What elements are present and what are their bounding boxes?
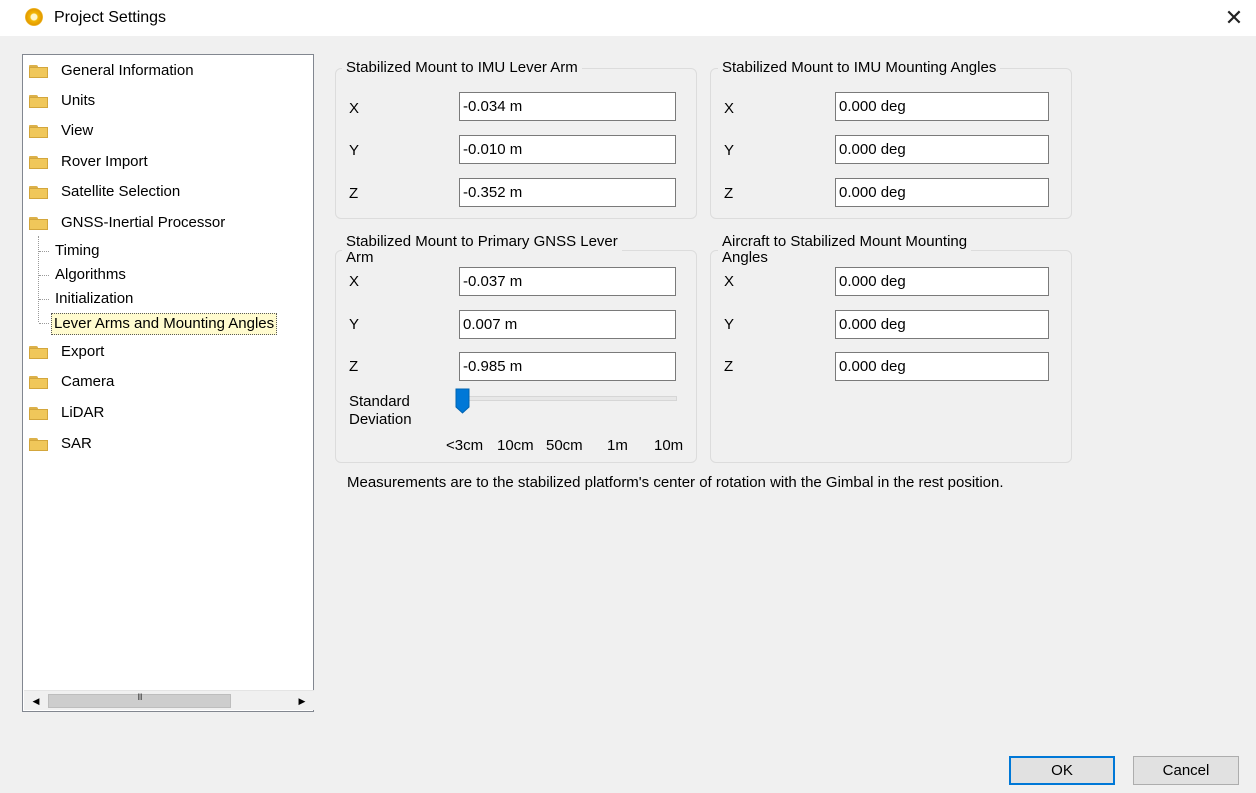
title-bar: Project Settings ✕ <box>0 0 1256 36</box>
tree-item-label: Algorithms <box>55 266 126 283</box>
close-icon[interactable]: ✕ <box>1220 4 1248 32</box>
gnss-lever-arm-y-input[interactable]: 0.007 m <box>459 310 676 339</box>
ok-button[interactable]: OK <box>1009 756 1115 785</box>
tree-item-label: Rover Import <box>61 153 148 170</box>
gnss-lever-arm-z-label: Z <box>349 358 359 375</box>
folder-icon <box>29 156 48 169</box>
aircraft-mounting-angles-title-line2: Angles <box>722 249 768 266</box>
imu-mounting-angles-x-input[interactable]: 0.000 deg <box>835 92 1049 121</box>
imu-lever-arm-z-input[interactable]: -0.352 m <box>459 178 676 207</box>
gnss-lever-arm-title: Stabilized Mount to Primary GNSS Lever A… <box>342 234 622 266</box>
gnss-lever-arm-x-label: X <box>349 273 360 290</box>
tree-item-label: Export <box>61 343 105 360</box>
tree-connector-line <box>38 236 39 322</box>
imu-mounting-angles-y-label: Y <box>724 142 735 159</box>
measurement-note: Measurements are to the stabilized platf… <box>347 474 1004 491</box>
gnss-lever-arm-x-input[interactable]: -0.037 m <box>459 267 676 296</box>
imu-lever-arm-x-input[interactable]: -0.034 m <box>459 92 676 121</box>
std-dev-label-line1: Standard <box>349 393 410 410</box>
tree-connector-line <box>39 251 49 252</box>
folder-icon <box>29 65 48 78</box>
folder-icon <box>29 346 48 359</box>
tree-item-label: Initialization <box>55 290 134 307</box>
tree-item-label: Camera <box>61 373 115 390</box>
gnss-lever-arm-title-line2: Arm <box>346 249 374 266</box>
imu-mounting-angles-z-label: Z <box>724 185 734 202</box>
tree-item-label: View <box>61 122 94 139</box>
imu-lever-arm-title: Stabilized Mount to IMU Lever Arm <box>342 60 582 76</box>
tree-item-label: SAR <box>61 435 92 452</box>
tree-item-label: LiDAR <box>61 404 105 421</box>
tree-item-label: Units <box>61 92 96 109</box>
std-dev-label: Standard Deviation <box>349 393 412 429</box>
gnss-lever-arm-title-line1: Stabilized Mount to Primary GNSS Lever <box>346 233 618 250</box>
scroll-right-icon[interactable]: ▶ <box>292 691 312 711</box>
window-title: Project Settings <box>54 9 167 26</box>
std-dev-tick-label: 10cm <box>497 437 534 454</box>
std-dev-slider-thumb[interactable] <box>455 388 470 414</box>
gnss-lever-arm-y-label: Y <box>349 316 360 333</box>
gnss-lever-arm-z-input[interactable]: -0.985 m <box>459 352 676 381</box>
horizontal-scrollbar[interactable]: ◀ III ▶ <box>24 690 314 710</box>
aircraft-mounting-angles-y-input[interactable]: 0.000 deg <box>835 310 1049 339</box>
folder-icon <box>29 95 48 108</box>
settings-tree[interactable]: General Information Units View Rover Imp… <box>22 54 314 712</box>
imu-lever-arm-y-input[interactable]: -0.010 m <box>459 135 676 164</box>
folder-icon <box>29 125 48 138</box>
folder-icon <box>29 186 48 199</box>
scrollbar-thumb[interactable]: III <box>48 692 231 708</box>
cancel-button[interactable]: Cancel <box>1133 756 1239 785</box>
std-dev-label-line2: Deviation <box>349 411 412 428</box>
scroll-left-icon[interactable]: ◀ <box>26 691 46 711</box>
imu-mounting-angles-x-label: X <box>724 100 735 117</box>
folder-icon <box>29 376 48 389</box>
std-dev-tick-label: 50cm <box>546 437 583 454</box>
folder-icon <box>29 438 48 451</box>
tree-connector-line <box>39 323 49 324</box>
tree-item-label: General Information <box>61 62 194 79</box>
tree-item-label: Timing <box>55 242 100 259</box>
tree-connector-line <box>39 299 49 300</box>
std-dev-tick-label: <3cm <box>446 437 484 454</box>
imu-mounting-angles-title: Stabilized Mount to IMU Mounting Angles <box>718 60 1001 76</box>
imu-lever-arm-x-label: X <box>349 100 360 117</box>
tree-connector-line <box>39 275 49 276</box>
aircraft-mounting-angles-x-label: X <box>724 273 735 290</box>
tree-item-label: GNSS-Inertial Processor <box>61 214 226 231</box>
aircraft-mounting-angles-x-input[interactable]: 0.000 deg <box>835 267 1049 296</box>
std-dev-tick-label: 1m <box>607 437 628 454</box>
imu-lever-arm-z-label: Z <box>349 185 359 202</box>
folder-icon <box>29 217 48 230</box>
aircraft-mounting-angles-z-label: Z <box>724 358 734 375</box>
imu-mounting-angles-z-input[interactable]: 0.000 deg <box>835 178 1049 207</box>
aircraft-mounting-angles-title-line1: Aircraft to Stabilized Mount Mounting <box>722 233 968 250</box>
aircraft-mounting-angles-title: Aircraft to Stabilized Mount Mounting An… <box>718 233 972 266</box>
app-icon <box>25 8 43 26</box>
aircraft-mounting-angles-z-input[interactable]: 0.000 deg <box>835 352 1049 381</box>
std-dev-tick-label: 10m <box>654 437 684 454</box>
folder-icon <box>29 407 48 420</box>
std-dev-slider-track[interactable] <box>460 396 677 401</box>
imu-lever-arm-y-label: Y <box>349 142 360 159</box>
imu-mounting-angles-y-input[interactable]: 0.000 deg <box>835 135 1049 164</box>
tree-item-label: Satellite Selection <box>61 183 181 200</box>
scrollbar-grip-icon: III <box>137 692 143 702</box>
aircraft-mounting-angles-y-label: Y <box>724 316 735 333</box>
tree-item-label-selected: Lever Arms and Mounting Angles <box>51 313 278 335</box>
